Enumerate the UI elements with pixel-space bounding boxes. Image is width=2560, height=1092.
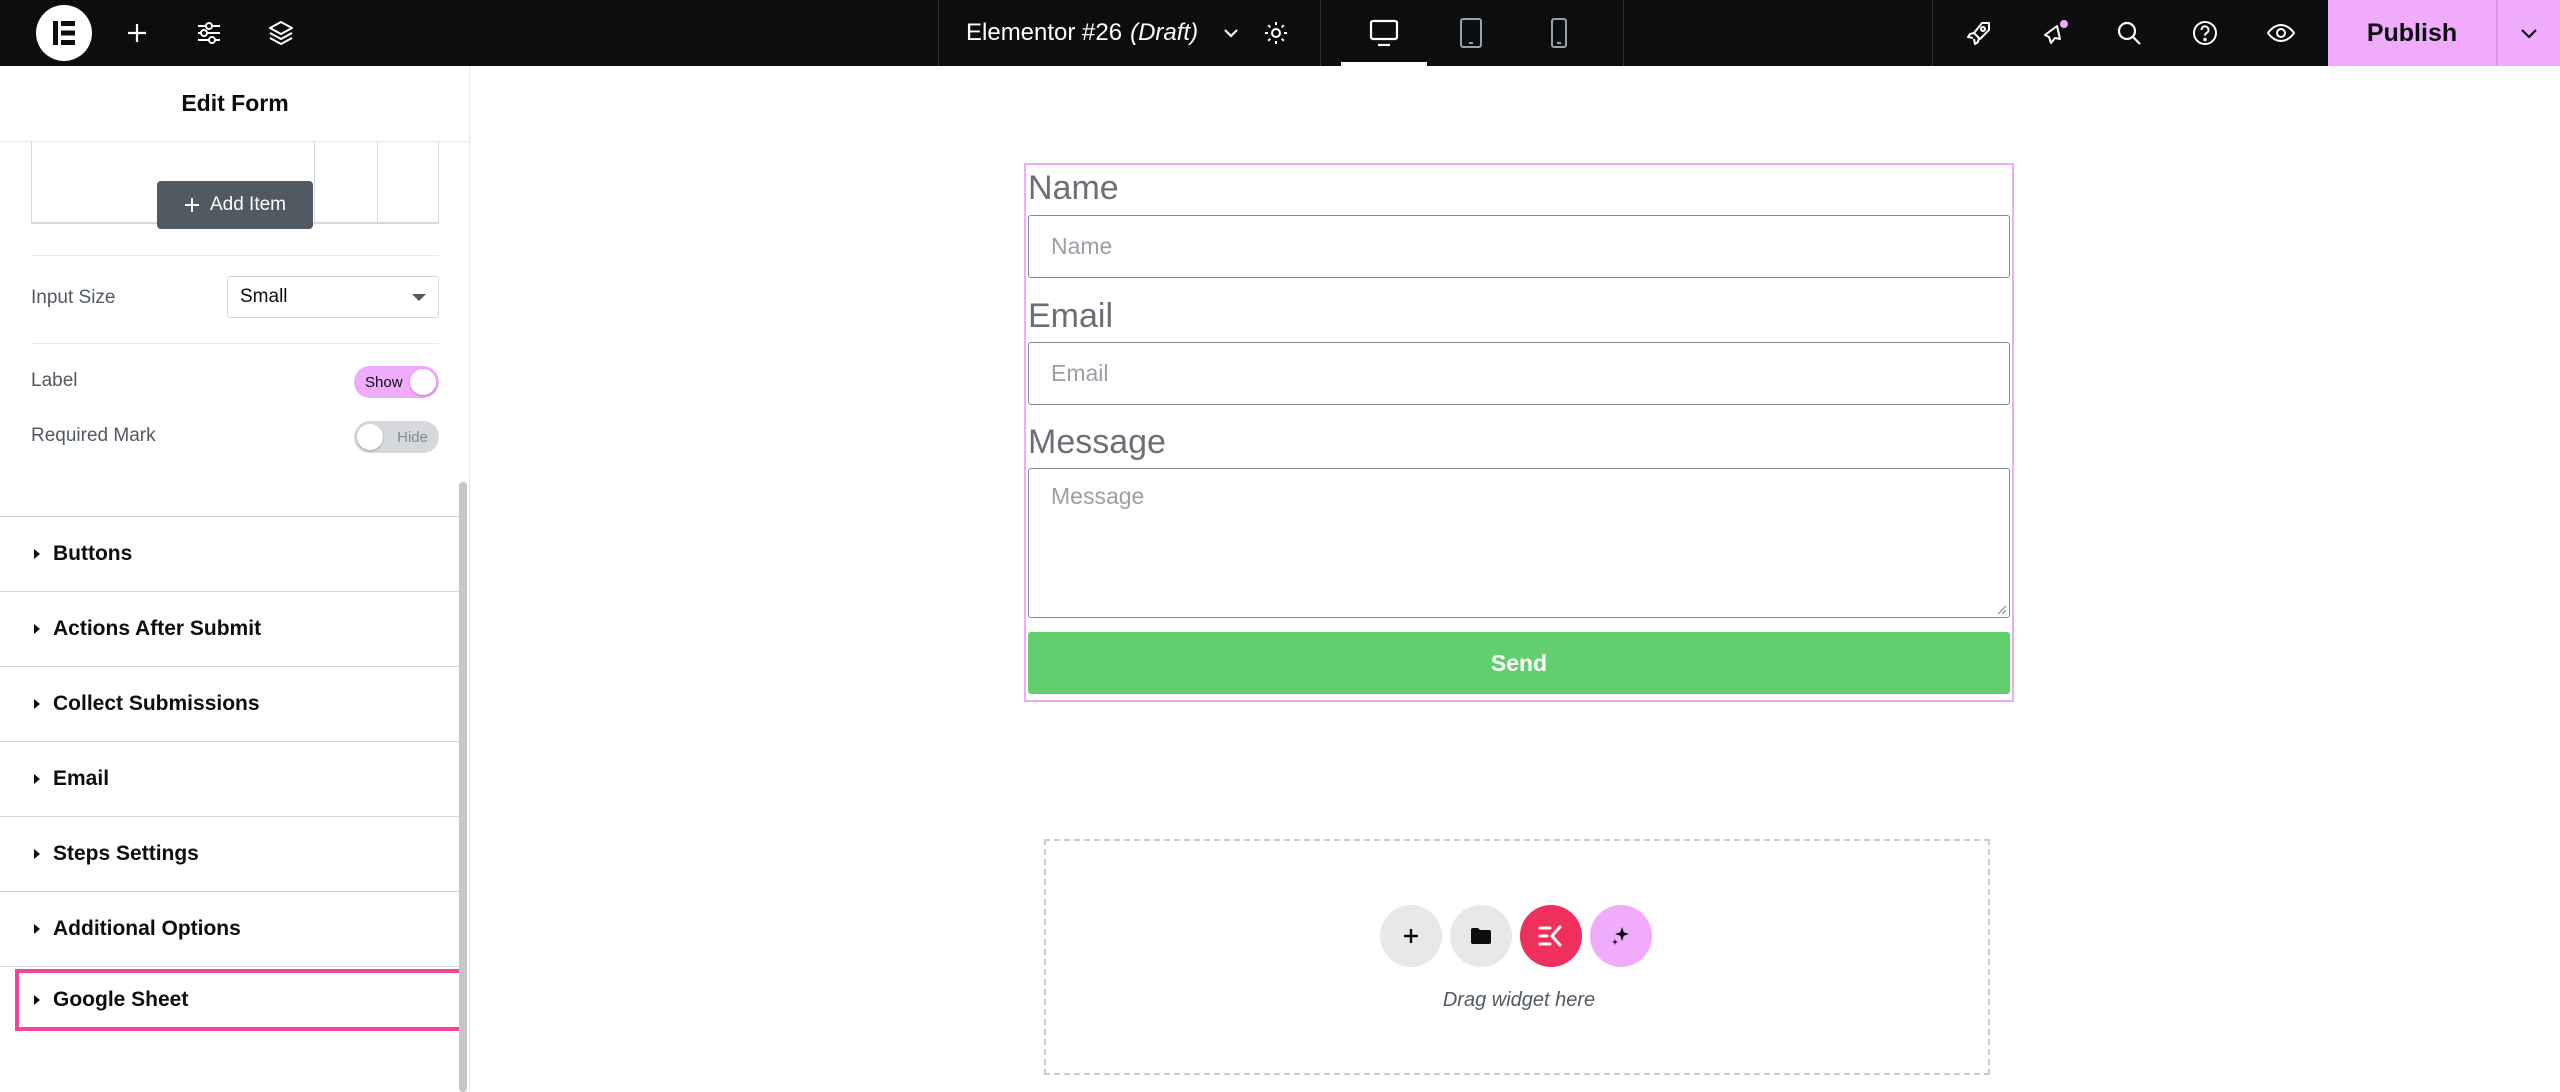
section-email[interactable]: Email [0,741,466,816]
document-title[interactable]: Elementor #26 (Draft) [966,0,1242,66]
divider [31,255,439,256]
topbar-divider [1932,0,1933,66]
toggle-knob [410,369,436,395]
layers-icon[interactable] [260,0,302,66]
name-field-label: Name [1028,169,1119,207]
plus-icon[interactable] [116,0,158,66]
email-input[interactable]: Email [1028,342,2010,405]
email-field-label: Email [1028,297,1114,335]
required-mark-label: Required Mark [31,425,156,446]
caret-right-icon [34,995,40,1005]
eye-icon[interactable] [2260,0,2302,66]
label-toggle[interactable]: Show [354,366,439,398]
input-size-value: Small [240,286,288,307]
panel-title: Edit Form [0,66,470,142]
divider [0,966,466,967]
tablet-icon[interactable] [1428,0,1514,66]
required-toggle-text: Hide [397,428,428,446]
sliders-icon[interactable] [188,0,230,66]
caret-right-icon [34,699,40,709]
sparkle-icon [1612,927,1629,945]
add-item-label: Add Item [209,194,287,215]
help-icon[interactable] [2184,0,2226,66]
panel-scrollbar[interactable] [459,482,467,1092]
add-item-button[interactable]: Add Item [157,181,313,229]
toggle-knob [357,424,383,450]
chevron-down-icon [1224,29,1238,38]
section-label: Actions After Submit [53,617,262,640]
elementor-logo-icon[interactable] [36,5,92,61]
divider [31,343,439,344]
caret-right-icon [34,624,40,634]
gear-icon[interactable] [1255,0,1297,66]
add-section-button[interactable] [1380,905,1442,967]
send-button[interactable]: Send [1028,632,2010,694]
label-toggle-text: Show [365,373,403,391]
message-field-label: Message [1028,423,1166,461]
section-google-sheet[interactable]: Google Sheet [15,969,463,1031]
caret-right-icon [34,774,40,784]
section-label: Email [53,767,110,790]
editor-panel: Edit Form Add Item Input Size Small Labe… [0,66,470,1092]
name-input[interactable]: Name [1028,215,2010,278]
section-label: Buttons [53,542,133,565]
section-label: Additional Options [53,917,241,940]
required-mark-toggle[interactable]: Hide [354,421,439,453]
mobile-icon[interactable] [1516,0,1602,66]
preview-canvas: Name Name Email Email Message Message Se… [470,66,2560,1092]
input-size-select[interactable]: Small [227,276,439,318]
caret-right-icon [34,549,40,559]
rocket-icon[interactable] [1958,0,2000,66]
section-additional-options[interactable]: Additional Options [0,891,466,966]
caret-down-icon [412,293,426,301]
section-label: Collect Submissions [53,692,260,715]
folder-icon [1471,928,1491,944]
section-buttons[interactable]: Buttons [0,516,466,591]
caret-right-icon [34,849,40,859]
publish-options-button[interactable] [2498,0,2560,66]
form-widget[interactable]: Name Name Email Email Message Message Se… [1024,163,2014,702]
desktop-icon[interactable] [1341,0,1427,66]
topbar-divider [1623,0,1624,66]
section-collect-submissions[interactable]: Collect Submissions [0,666,466,741]
drop-zone-text: Drag widget here [1442,989,1596,1011]
message-placeholder: Message [1051,483,1145,509]
ai-generate-button[interactable] [1590,905,1652,967]
elementor-kit-button[interactable] [1520,905,1582,967]
document-status: (Draft) [1130,19,1199,46]
topbar-divider [1320,0,1321,66]
add-template-button[interactable] [1450,905,1512,967]
elementor-kit-icon [1538,925,1562,947]
section-label: Steps Settings [53,842,199,865]
input-size-label: Input Size [31,287,116,308]
section-label: Google Sheet [53,988,189,1011]
plus-icon [184,198,199,212]
resize-grip-icon[interactable] [1995,603,2007,615]
message-textarea[interactable]: Message [1028,468,2010,618]
document-name: Elementor #26 [966,19,1123,46]
label-control-label: Label [31,370,78,391]
chevron-down-icon [2521,29,2537,39]
notifications-icon[interactable] [2034,0,2076,66]
caret-right-icon [34,924,40,934]
topbar-divider [938,0,939,66]
drop-zone[interactable]: Drag widget here [1044,839,1990,1075]
plus-icon [1404,929,1418,943]
search-icon[interactable] [2108,0,2150,66]
publish-button[interactable]: Publish [2328,0,2496,66]
section-steps-settings[interactable]: Steps Settings [0,816,466,891]
section-actions-after-submit[interactable]: Actions After Submit [0,591,466,666]
top-bar: Elementor #26 (Draft) Publish [0,0,2560,66]
